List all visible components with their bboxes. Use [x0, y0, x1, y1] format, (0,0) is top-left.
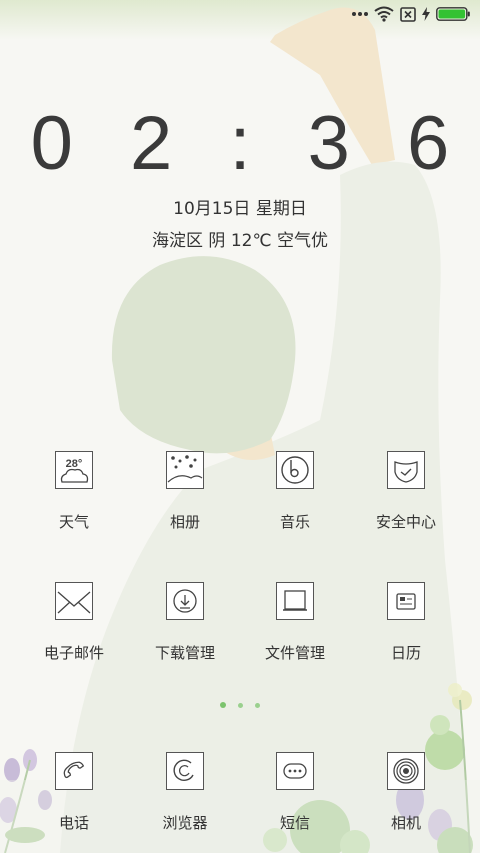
- wifi-icon: [374, 6, 394, 22]
- weather-icon: 28°: [55, 451, 93, 489]
- browser-icon: [166, 752, 204, 790]
- app-security-center[interactable]: 安全中心: [351, 451, 461, 532]
- calendar-icon: [387, 582, 425, 620]
- camera-icon: [387, 752, 425, 790]
- dock-camera[interactable]: 相机: [351, 752, 461, 833]
- dock-phone[interactable]: 电话: [19, 752, 129, 833]
- app-label: 下载管理: [154, 644, 215, 662]
- download-icon: [166, 582, 204, 620]
- weather-summary: 海淀区 阴 12℃ 空气优: [152, 231, 328, 251]
- charging-bolt-icon: [422, 7, 430, 21]
- app-label: 相册: [169, 513, 200, 531]
- gallery-icon: [166, 451, 204, 489]
- app-label: 短信: [279, 814, 310, 832]
- app-label: 日历: [390, 644, 421, 662]
- app-music[interactable]: 音乐: [240, 451, 350, 532]
- app-gallery[interactable]: 相册: [130, 451, 240, 532]
- page-indicator: [0, 702, 480, 708]
- dock-browser[interactable]: 浏览器: [130, 752, 240, 833]
- page-dot-active: [220, 702, 226, 708]
- app-calendar[interactable]: 日历: [351, 582, 461, 663]
- app-label: 电子邮件: [43, 644, 104, 662]
- app-weather[interactable]: 28° 天气: [19, 451, 129, 532]
- page-dot: [255, 702, 260, 708]
- clock-time: 0 2 : 3 6: [30, 101, 468, 186]
- app-label: 音乐: [279, 513, 310, 531]
- app-email[interactable]: 电子邮件: [19, 582, 129, 663]
- more-dots-icon: [352, 11, 368, 17]
- app-label: 文件管理: [264, 644, 325, 662]
- battery-icon: [436, 7, 470, 21]
- app-label: 天气: [58, 513, 89, 531]
- svg-text:28°: 28°: [66, 458, 83, 470]
- app-label: 安全中心: [375, 513, 436, 531]
- app-download-manager[interactable]: 下载管理: [130, 582, 240, 663]
- page-dot: [238, 702, 243, 708]
- mail-icon: [55, 582, 93, 620]
- app-label: 电话: [58, 814, 89, 832]
- sms-icon: [276, 752, 314, 790]
- phone-icon: [55, 752, 93, 790]
- dock-sms[interactable]: 短信: [240, 752, 350, 833]
- app-label: 相机: [390, 814, 421, 832]
- status-bar: [0, 0, 480, 28]
- no-sim-icon: [400, 6, 416, 22]
- date-label: 10月15日 星期日: [173, 199, 307, 219]
- music-icon: [276, 451, 314, 489]
- security-icon: [387, 451, 425, 489]
- file-manager-icon: [276, 582, 314, 620]
- app-label: 浏览器: [162, 814, 208, 832]
- app-file-manager[interactable]: 文件管理: [240, 582, 350, 663]
